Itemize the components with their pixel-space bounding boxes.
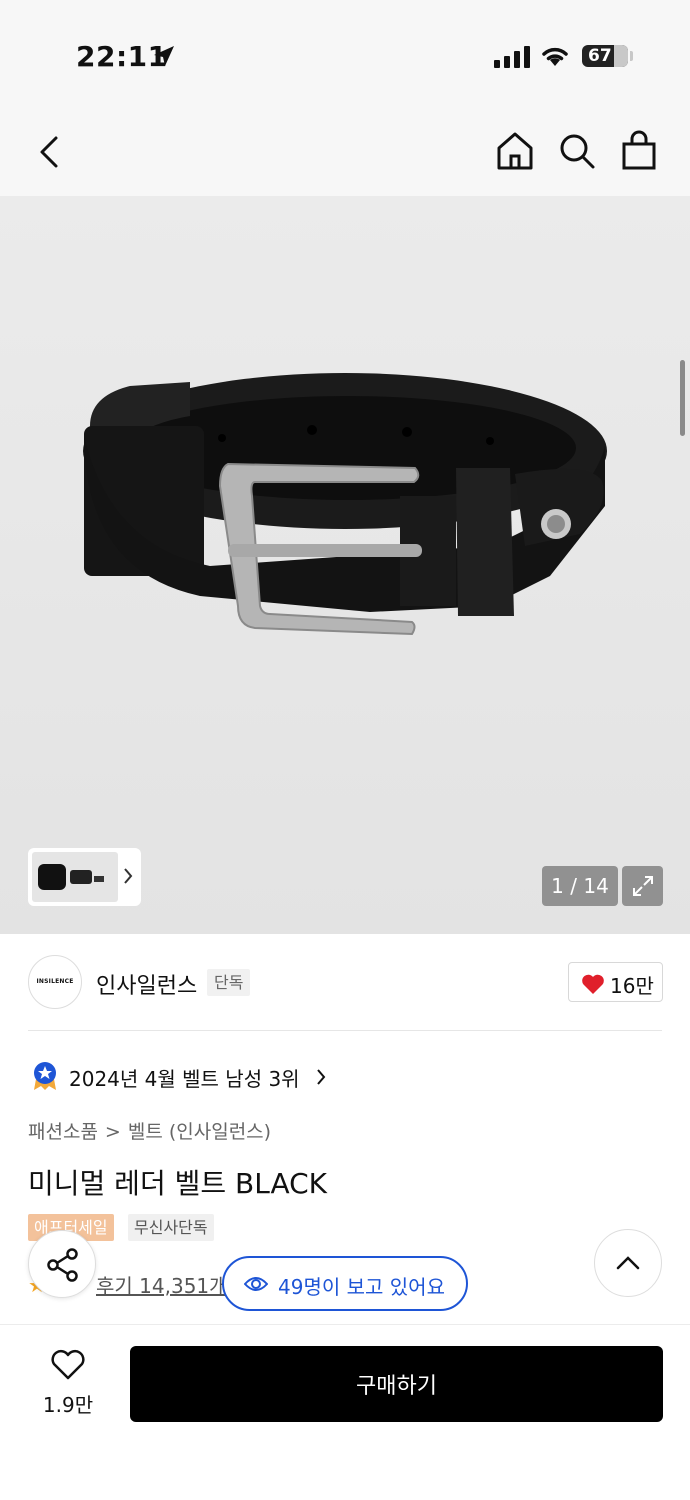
thumbnail-belt-icon — [38, 864, 104, 890]
belt-product-image — [83, 373, 607, 636]
eye-icon — [244, 1277, 268, 1291]
search-icon[interactable] — [557, 130, 597, 172]
divider — [28, 1030, 662, 1031]
exclusive-tag: 단독 — [207, 969, 251, 996]
fullscreen-button[interactable] — [622, 866, 663, 906]
brand-name[interactable]: 인사일런스 — [96, 968, 197, 1000]
image-counter: 1 / 14 — [542, 866, 618, 906]
product-image-gallery[interactable]: 1 / 14 — [0, 196, 690, 934]
cellular-signal-icon — [494, 46, 530, 68]
buy-button[interactable]: 구매하기 — [130, 1346, 663, 1422]
brand-like-count: 16만 — [610, 974, 654, 998]
breadcrumb-separator: > — [104, 1121, 121, 1143]
breadcrumb-category[interactable]: 패션소품 — [28, 1121, 98, 1143]
heart-outline-icon — [51, 1350, 85, 1380]
brand-logo[interactable]: INSILENCE — [28, 955, 82, 1009]
battery-icon: 67 — [582, 45, 628, 67]
review-count-link[interactable]: 후기 14,351개 — [96, 1270, 228, 1299]
live-viewers-text: 49명이 보고 있어요 — [278, 1275, 445, 1299]
app-header — [0, 110, 690, 196]
thumbnail-strip[interactable] — [28, 848, 141, 906]
location-arrow-icon — [154, 46, 174, 66]
wishlist-count: 1.9만 — [42, 1393, 94, 1417]
battery-level: 67 — [588, 46, 612, 66]
heart-icon — [582, 974, 604, 994]
wifi-icon — [542, 47, 568, 66]
expand-icon — [633, 876, 653, 896]
wishlist-button[interactable]: 1.9만 — [28, 1349, 108, 1429]
ranking-link[interactable]: 2024년 4월 벨트 남성 3위 — [69, 1063, 300, 1092]
battery-cap — [630, 51, 633, 61]
share-button[interactable] — [28, 1230, 96, 1298]
chevron-right-icon[interactable] — [316, 1068, 326, 1086]
bottom-action-bar: 1.9만 구매하기 — [0, 1324, 690, 1500]
brand-like-button[interactable]: 16만 — [568, 962, 663, 1002]
page-scrollbar[interactable] — [680, 360, 685, 436]
shopping-bag-icon[interactable] — [620, 130, 658, 172]
share-icon — [47, 1248, 78, 1282]
breadcrumb-subcategory[interactable]: 벨트 (인사일런스) — [128, 1121, 271, 1143]
chevron-up-icon — [616, 1256, 640, 1270]
breadcrumb: 패션소품 > 벨트 (인사일런스) — [28, 1117, 271, 1144]
musinsa-exclusive-badge: 무신사단독 — [128, 1214, 214, 1241]
scroll-to-top-button[interactable] — [594, 1229, 662, 1297]
status-bar: 22:11 67 — [0, 0, 690, 110]
product-title: 미니멀 레더 벨트 BLACK — [28, 1167, 328, 1200]
ranking-medal-icon — [34, 1062, 56, 1090]
chevron-right-icon[interactable] — [123, 866, 133, 886]
live-viewers-pill: 49명이 보고 있어요 — [222, 1256, 468, 1311]
thumbnail-image[interactable] — [32, 852, 118, 902]
back-icon[interactable] — [36, 130, 62, 174]
home-icon[interactable] — [496, 130, 534, 172]
